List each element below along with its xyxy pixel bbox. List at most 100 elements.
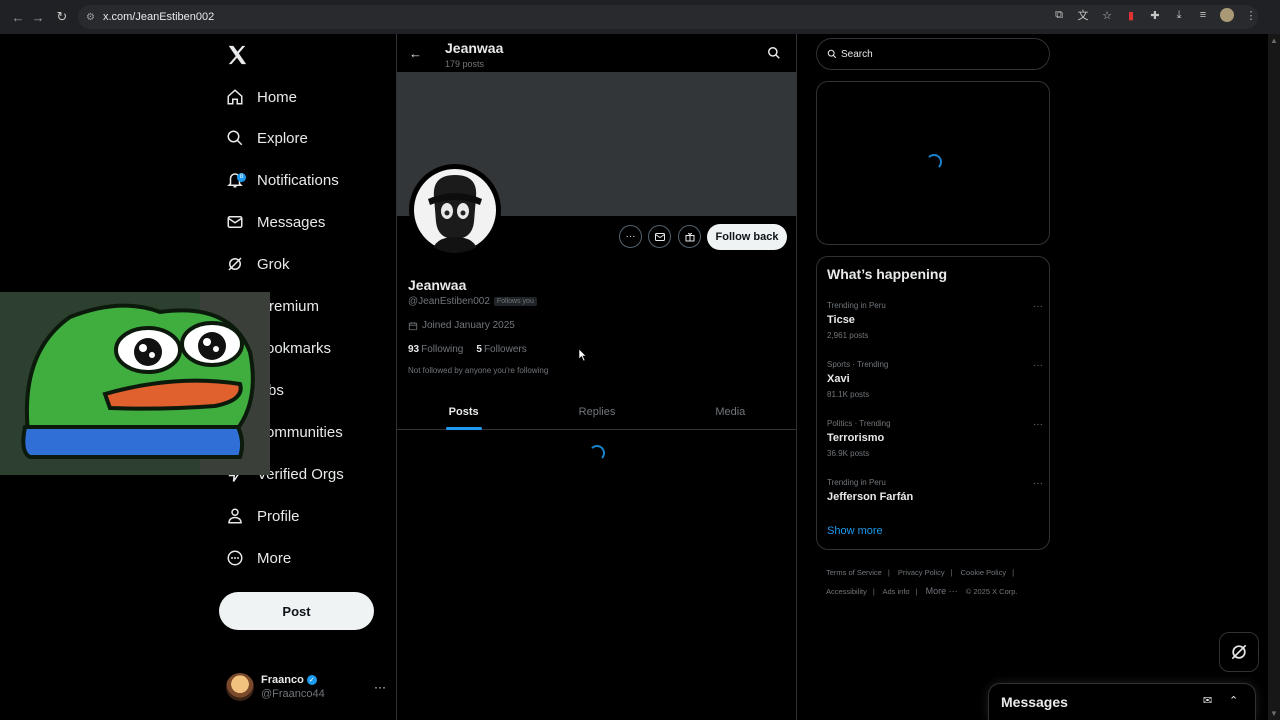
profile-handle-row: @JeanEstiben002 Follows you	[408, 296, 537, 307]
search-input[interactable]: Search	[816, 38, 1050, 70]
site-info-icon[interactable]: ⚙	[86, 12, 95, 23]
footer-sep: |	[1012, 568, 1015, 577]
profile-column: ← Jeanwaa 179 posts ··· Follow back Jean…	[396, 34, 797, 720]
scroll-up-icon[interactable]: ▲	[1270, 36, 1278, 45]
followers-label: Followers	[483, 344, 527, 355]
nav-grok[interactable]: Grok	[226, 249, 290, 279]
notification-badge: 8	[237, 173, 246, 182]
nav-label: Profile	[257, 507, 300, 525]
following-link[interactable]: 93 Following	[408, 344, 463, 355]
trend-count: 81.1K posts	[827, 390, 870, 399]
nav-communities[interactable]: ommunities	[266, 417, 343, 447]
trend-item[interactable]: Trending in Peru Jefferson Farfán ···	[827, 478, 1043, 503]
trend-topic: Xavi	[827, 373, 850, 385]
translate-icon[interactable]: 文	[1076, 8, 1090, 22]
forward-arrow-icon[interactable]: →	[26, 5, 50, 29]
page-scrollbar[interactable]: ▲ ▼	[1268, 34, 1280, 720]
more-options-button[interactable]: ···	[619, 225, 642, 248]
message-button[interactable]	[648, 225, 671, 248]
nav-premium[interactable]: remium	[269, 291, 319, 321]
nav-label: Messages	[257, 213, 326, 231]
trend-more-icon[interactable]: ···	[1033, 419, 1043, 430]
footer-terms[interactable]: Terms of Service	[826, 568, 882, 577]
search-icon	[827, 49, 837, 59]
messages-drawer-title: Messages	[1001, 694, 1068, 710]
extension-red-icon[interactable]: ▮	[1124, 8, 1138, 22]
kebab-menu-icon[interactable]: ⋮	[1244, 8, 1258, 22]
nav-profile[interactable]: Profile	[226, 501, 300, 531]
account-more-icon[interactable]: ···	[374, 680, 386, 694]
reload-icon[interactable]: ↻	[50, 5, 74, 29]
search-placeholder: Search	[841, 48, 873, 60]
install-icon[interactable]: ⧉	[1052, 8, 1066, 22]
show-more-link[interactable]: Show more	[827, 525, 883, 537]
loading-spinner-icon	[589, 445, 605, 461]
trend-topic: Jefferson Farfán	[827, 491, 914, 503]
footer-more[interactable]: More ···	[926, 586, 958, 596]
loading-spinner-icon	[926, 154, 942, 170]
whats-happening-title: What’s happening	[827, 266, 948, 282]
download-icon[interactable]: ⤓	[1172, 8, 1186, 22]
post-button[interactable]: Post	[219, 592, 374, 630]
bell-icon-wrap: 8	[226, 171, 246, 189]
follow-back-button[interactable]: Follow back	[707, 224, 787, 250]
avatar-illustration	[428, 175, 482, 253]
trend-meta: Trending in Peru	[827, 478, 886, 487]
tab-media[interactable]: Media	[664, 394, 797, 429]
nav-explore[interactable]: Explore	[226, 123, 308, 153]
grok-floating-button[interactable]	[1219, 632, 1259, 672]
tab-replies[interactable]: Replies	[530, 394, 663, 429]
nav-label: Verified Orgs	[257, 465, 344, 483]
mouse-cursor-icon	[579, 349, 587, 361]
puzzle-icon[interactable]: ✚	[1148, 8, 1162, 22]
browser-avatar[interactable]	[1220, 8, 1234, 22]
trend-item[interactable]: Sports · Trending Xavi 81.1K posts ···	[827, 360, 1043, 399]
footer-sep: |	[872, 587, 875, 596]
account-switcher[interactable]: Fraanco ✓ @Fraanco44 ···	[226, 670, 386, 704]
reading-list-icon[interactable]: ≡	[1196, 8, 1210, 22]
footer-cookie[interactable]: Cookie Policy	[961, 568, 1006, 577]
followers-link[interactable]: 5 Followers	[476, 344, 526, 355]
search-icon	[227, 130, 243, 146]
nav-bookmarks[interactable]: ookmarks	[266, 333, 331, 363]
trend-more-icon[interactable]: ···	[1033, 478, 1043, 489]
trend-item[interactable]: Trending in Peru Ticse 2,961 posts ···	[827, 301, 1043, 340]
more-circle-icon	[227, 550, 243, 566]
footer-privacy[interactable]: Privacy Policy	[898, 568, 945, 577]
new-message-icon[interactable]: ✉	[1203, 694, 1212, 707]
expand-up-icon[interactable]: ⌃	[1229, 694, 1238, 707]
nav-messages[interactable]: Messages	[226, 207, 325, 237]
nav-more[interactable]: More	[226, 543, 291, 573]
footer-accessibility[interactable]: Accessibility	[826, 587, 867, 596]
nav-label: remium	[269, 297, 320, 315]
nav-label: More	[257, 549, 292, 567]
footer-sep: |	[950, 568, 953, 577]
trend-more-icon[interactable]: ···	[1033, 360, 1043, 371]
footer-ads-info[interactable]: Ads info	[882, 587, 909, 596]
scroll-down-icon[interactable]: ▼	[1270, 709, 1278, 718]
messages-drawer[interactable]: Messages ✉ ⌃	[988, 683, 1256, 720]
footer-sep: |	[887, 568, 890, 577]
home-icon	[227, 89, 243, 105]
trend-item[interactable]: Politics · Trending Terrorismo 36.9K pos…	[827, 419, 1043, 458]
search-icon[interactable]	[767, 46, 781, 60]
x-logo-icon[interactable]	[226, 44, 248, 66]
browser-toolbar: ← → ↻ ⚙ x.com/JeanEstiben002 ⧉ 文 ☆ ▮ ✚ ⤓…	[0, 0, 1280, 34]
subscribe-notify-button[interactable]	[678, 225, 701, 248]
following-count: 93	[408, 344, 420, 355]
bookmark-star-icon[interactable]: ☆	[1100, 8, 1114, 22]
nav-notifications[interactable]: 8 Notifications	[226, 165, 339, 195]
back-arrow-icon[interactable]: ←	[409, 46, 422, 61]
profile-avatar[interactable]	[409, 164, 501, 256]
trend-count: 2,961 posts	[827, 331, 869, 340]
nav-jobs[interactable]: bs	[268, 375, 284, 405]
header-title: Jeanwaa	[445, 40, 504, 56]
profile-header-bar: ← Jeanwaa 179 posts	[397, 34, 797, 72]
trend-meta: Sports · Trending	[827, 360, 889, 369]
profile-name: Jeanwaa	[408, 277, 467, 293]
trend-more-icon[interactable]: ···	[1033, 301, 1043, 312]
nav-home[interactable]: Home	[226, 82, 297, 112]
tab-posts[interactable]: Posts	[397, 394, 530, 429]
joined-date-row: Joined January 2025	[408, 320, 515, 331]
grok-icon	[1231, 644, 1247, 660]
